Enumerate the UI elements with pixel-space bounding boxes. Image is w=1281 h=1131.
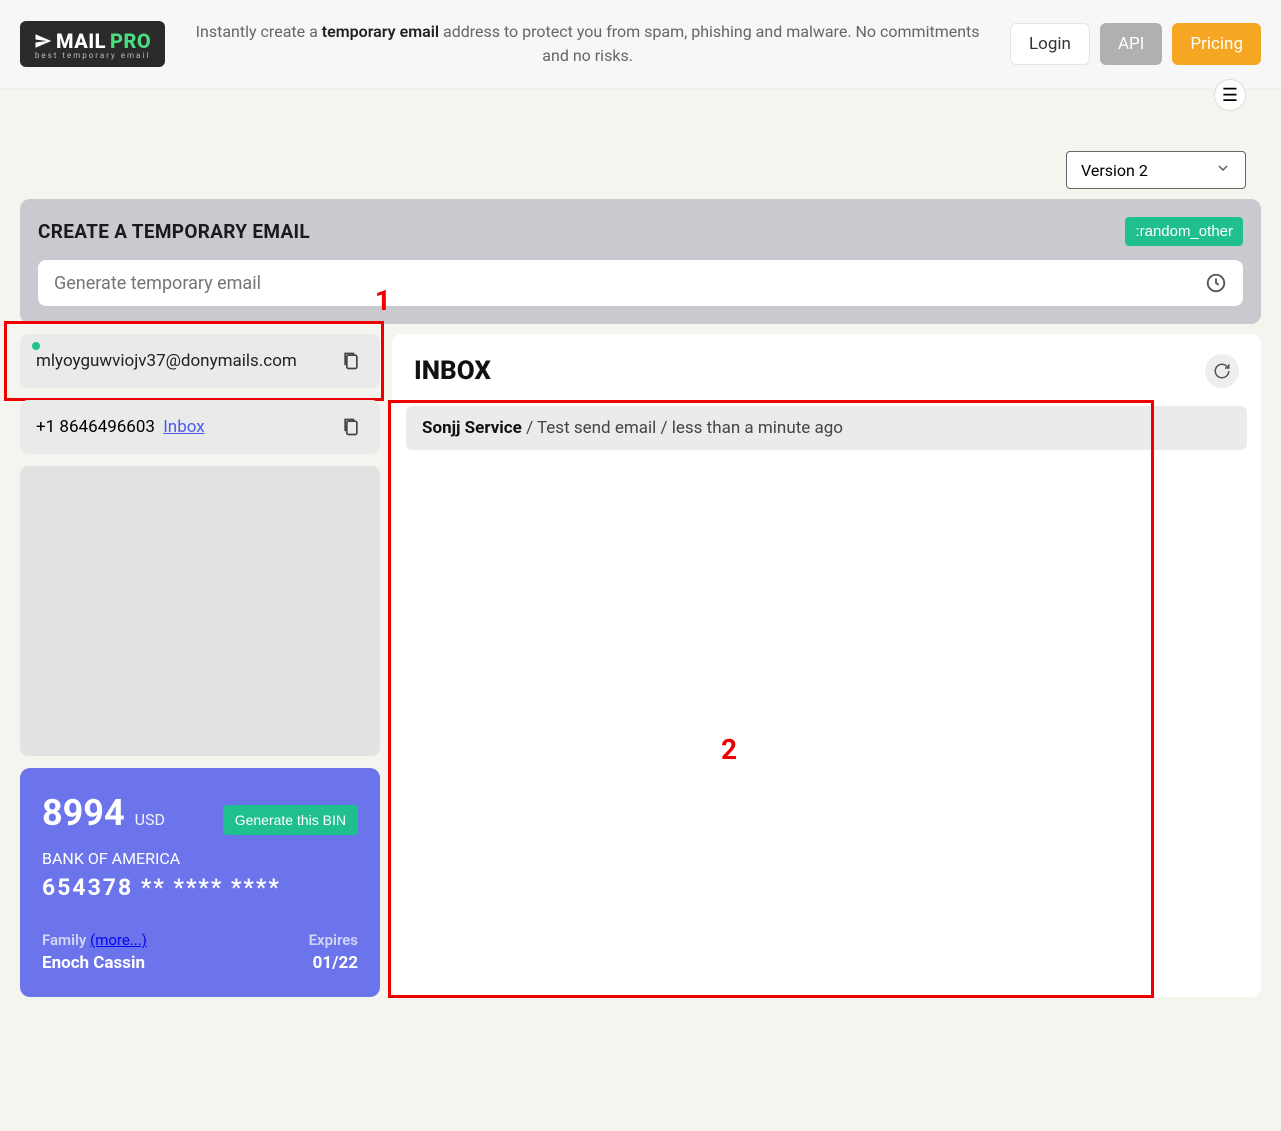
phone-value-wrap: +1 8646496603 Inbox <box>36 417 205 437</box>
bin-card: 8994 USD Generate this BIN BANK OF AMERI… <box>20 768 380 997</box>
tagline-pre: Instantly create a <box>196 22 322 41</box>
chevron-down-icon <box>1215 160 1231 180</box>
logo-text-pro: PRO <box>110 29 151 53</box>
create-input-wrap <box>38 260 1243 306</box>
inbox-panel: 2 INBOX Sonjj Service / Test send email … <box>392 334 1261 997</box>
api-button[interactable]: API <box>1100 23 1162 65</box>
version-selected: Version 2 <box>1081 161 1148 180</box>
copy-email-button[interactable] <box>338 348 364 374</box>
page-header: MAILPRO best temporary email Instantly c… <box>0 0 1281 89</box>
tagline-post: address to protect you from spam, phishi… <box>439 22 980 65</box>
inbox-title: INBOX <box>414 356 491 386</box>
temp-phone-box: +1 8646496603 Inbox <box>20 400 380 454</box>
phone-inbox-link[interactable]: Inbox <box>163 417 205 437</box>
bin-more-link[interactable]: (more...) <box>90 931 147 949</box>
bin-expires-value: 01/22 <box>309 953 358 973</box>
create-panel: CREATE A TEMPORARY EMAIL :random_other <box>20 199 1261 324</box>
bin-top: 8994 USD Generate this BIN <box>42 792 358 835</box>
main-grid: 1 mlyoyguwviojv37@donymails.com +1 86464… <box>0 334 1281 997</box>
login-button[interactable]: Login <box>1010 23 1090 65</box>
inbox-header: INBOX <box>406 344 1247 406</box>
bin-currency: USD <box>135 810 165 829</box>
bin-family-label: Family <box>42 931 86 949</box>
copy-phone-button[interactable] <box>338 414 364 440</box>
temp-phone-value: +1 8646496603 <box>36 417 155 437</box>
inbox-message-row[interactable]: Sonjj Service / Test send email / less t… <box>406 406 1247 450</box>
status-dot-icon <box>32 342 40 350</box>
paper-plane-icon <box>34 32 52 50</box>
refresh-button[interactable] <box>1205 354 1239 388</box>
bin-family-col: Family (more...) Enoch Cassin <box>42 931 147 973</box>
menu-icon[interactable]: ☰ <box>1214 79 1246 111</box>
clock-icon[interactable] <box>1205 272 1227 294</box>
logo-main: MAILPRO <box>34 29 151 53</box>
bin-bank: BANK OF AMERICA <box>42 849 358 868</box>
temp-email-box: mlyoyguwviojv37@donymails.com <box>20 334 380 388</box>
bin-card-number: 654378 ** **** **** <box>42 874 358 901</box>
bin-number: 8994 <box>42 792 125 834</box>
logo-text-mail: MAIL <box>56 29 106 53</box>
create-title: CREATE A TEMPORARY EMAIL <box>38 220 310 243</box>
logo[interactable]: MAILPRO best temporary email <box>20 21 165 67</box>
random-other-button[interactable]: :random_other <box>1125 217 1243 246</box>
temp-email-value: mlyoyguwviojv37@donymails.com <box>36 351 297 371</box>
ad-space <box>20 466 380 756</box>
tagline: Instantly create a temporary email addre… <box>185 20 990 68</box>
pricing-button[interactable]: Pricing <box>1172 23 1261 65</box>
bin-expires-label: Expires <box>309 931 358 949</box>
bin-family-name: Enoch Cassin <box>42 953 147 973</box>
bin-num-wrap: 8994 USD <box>42 792 165 834</box>
version-wrap: Version 2 <box>0 111 1281 199</box>
generate-bin-button[interactable]: Generate this BIN <box>223 805 358 835</box>
msg-time: less than a minute ago <box>672 418 843 438</box>
hamburger-wrap: ☰ <box>0 79 1281 111</box>
version-select[interactable]: Version 2 <box>1066 151 1246 189</box>
msg-from: Sonjj Service <box>422 418 522 438</box>
annotation-label-2: 2 <box>721 733 737 766</box>
create-header: CREATE A TEMPORARY EMAIL :random_other <box>38 217 1243 246</box>
bin-expires-col: Expires 01/22 <box>309 931 358 973</box>
left-column: 1 mlyoyguwviojv37@donymails.com +1 86464… <box>20 334 380 997</box>
generate-email-input[interactable] <box>54 273 1205 294</box>
annotation-box-2: 2 <box>388 400 1154 998</box>
tagline-bold: temporary email <box>322 22 439 41</box>
msg-subject: Test send email <box>537 418 656 438</box>
bin-footer: Family (more...) Enoch Cassin Expires 01… <box>42 931 358 973</box>
msg-sep2: / <box>661 418 672 438</box>
header-controls: Login API Pricing <box>1010 23 1261 65</box>
msg-sep1: / <box>526 418 537 438</box>
logo-sub: best temporary email <box>35 51 150 60</box>
